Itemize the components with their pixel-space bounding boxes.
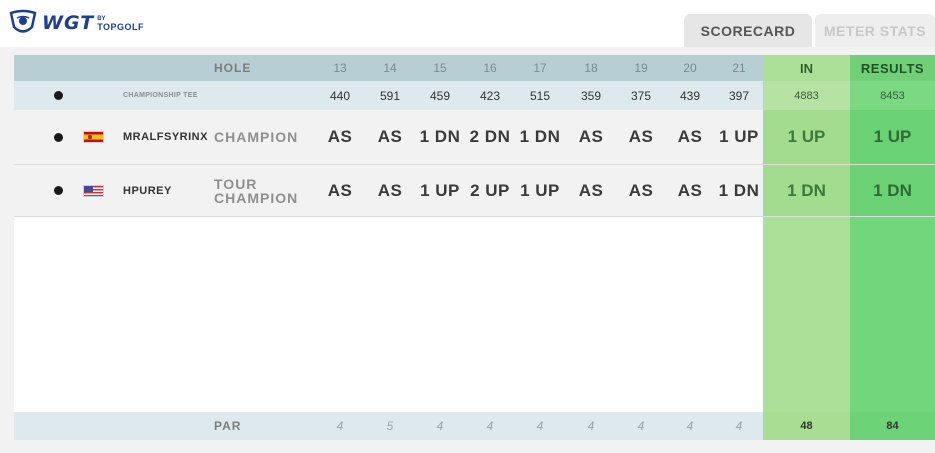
- hole-header-row: HOLE 13 14 15 16 17 18 19 20 21 IN RESUL…: [14, 55, 935, 81]
- player-row[interactable]: HPUREY TOUR CHAMPION AS AS 1 UP 2 UP 1 U…: [14, 165, 935, 217]
- player-row[interactable]: MRALFSYRINX CHAMPION AS AS 1 DN 2 DN 1 D…: [14, 110, 935, 165]
- hole-number: 18: [584, 61, 598, 75]
- par-results-total: 84: [850, 412, 935, 440]
- results-score: 1 DN: [850, 165, 935, 216]
- hole-score: 1 UP: [719, 127, 759, 146]
- par-value: 4: [637, 419, 645, 433]
- hole-score: 2 DN: [469, 127, 511, 146]
- hole-score: AS: [677, 127, 703, 146]
- hole-score: AS: [578, 180, 604, 200]
- hole-number: 19: [634, 61, 648, 75]
- results-header: RESULTS: [850, 55, 935, 81]
- logo-subtitle: BY TOPGOLF: [97, 15, 145, 32]
- hole-score: AS: [677, 180, 703, 200]
- par-value: 5: [386, 419, 394, 433]
- spain-flag-icon: [82, 131, 104, 143]
- in-score: 1 DN: [763, 165, 850, 216]
- in-header: IN: [763, 55, 850, 81]
- tee-yardage: 440: [329, 88, 351, 103]
- hole-score: AS: [377, 127, 403, 146]
- hole-score: AS: [578, 127, 604, 146]
- hole-score: 1 DN: [718, 180, 760, 200]
- player-tier: TOUR CHAMPION: [214, 165, 314, 216]
- par-value: 4: [587, 419, 595, 433]
- hole-number: 15: [433, 61, 447, 75]
- par-row: PAR 4 5 4 4 4 4 4 4 4 48 84: [14, 412, 935, 440]
- tee-yardage: 591: [379, 88, 401, 103]
- hole-label: HOLE: [214, 61, 252, 75]
- hole-number: 20: [683, 61, 697, 75]
- tee-yardage: 375: [630, 88, 652, 103]
- tee-marker-icon: [53, 91, 63, 100]
- tab-meter-stats[interactable]: METER STATS: [815, 14, 935, 47]
- tee-yardage: 515: [529, 88, 551, 103]
- golf-shield-icon: [9, 9, 37, 33]
- tee-in-total: 4883: [763, 81, 850, 110]
- player-tier: CHAMPION: [214, 110, 314, 164]
- tee-yardage: 397: [728, 88, 750, 103]
- par-value: 4: [686, 419, 694, 433]
- wgt-logo: WGT BY TOPGOLF: [8, 8, 144, 38]
- par-value: 4: [536, 419, 544, 433]
- usa-flag-icon: [82, 184, 104, 197]
- logo-topgolf: TOPGOLF: [97, 22, 145, 32]
- hole-number: 16: [483, 61, 497, 75]
- par-label: PAR: [214, 419, 242, 433]
- par-value: 4: [735, 419, 743, 433]
- hole-number: 13: [333, 61, 347, 75]
- player-marker-icon: [53, 132, 63, 142]
- hole-number: 21: [732, 61, 746, 75]
- hole-score: 1 DN: [519, 127, 561, 146]
- hole-score: 1 UP: [520, 180, 560, 200]
- hole-score: AS: [628, 127, 654, 146]
- tee-row: CHAMPIONSHIP TEE 440 591 459 423 515 359…: [14, 81, 935, 110]
- scorecard-table: HOLE 13 14 15 16 17 18 19 20 21 IN RESUL…: [14, 55, 935, 440]
- results-score: 1 UP: [850, 110, 935, 164]
- tee-label: CHAMPIONSHIP TEE: [123, 92, 198, 99]
- in-score: 1 UP: [763, 110, 850, 164]
- top-bar: WGT BY TOPGOLF SCORECARD METER STATS: [0, 0, 935, 47]
- hole-score: 1 UP: [420, 180, 460, 200]
- par-in-total: 48: [763, 412, 850, 440]
- tee-yardage: 423: [479, 88, 501, 103]
- logo-wordmark: WGT: [42, 12, 95, 34]
- tee-yardage: 359: [580, 88, 602, 103]
- player-name[interactable]: MRALFSYRINX: [123, 110, 218, 164]
- player-tier-line: TOUR: [214, 175, 258, 192]
- hole-score: AS: [377, 180, 403, 200]
- player-name[interactable]: HPUREY: [123, 165, 218, 216]
- hole-score: 1 DN: [419, 127, 461, 146]
- tab-scorecard[interactable]: SCORECARD: [684, 14, 812, 47]
- hole-number: 17: [533, 61, 547, 75]
- player-tier-line: CHAMPION: [214, 189, 299, 206]
- tee-yardage: 459: [429, 88, 451, 103]
- hole-score: AS: [327, 180, 353, 200]
- hole-score: 2 UP: [470, 180, 510, 200]
- player-marker-icon: [53, 186, 63, 195]
- hole-number: 14: [383, 61, 397, 75]
- par-value: 4: [486, 419, 494, 433]
- player-tier-line: CHAMPION: [214, 129, 299, 145]
- par-value: 4: [336, 419, 344, 433]
- hole-score: AS: [327, 127, 353, 146]
- tee-results-total: 8453: [850, 81, 935, 110]
- scorecard-panel: HOLE 13 14 15 16 17 18 19 20 21 IN RESUL…: [0, 47, 935, 453]
- hole-score: AS: [628, 180, 654, 200]
- tee-yardage: 439: [679, 88, 701, 103]
- par-value: 4: [436, 419, 444, 433]
